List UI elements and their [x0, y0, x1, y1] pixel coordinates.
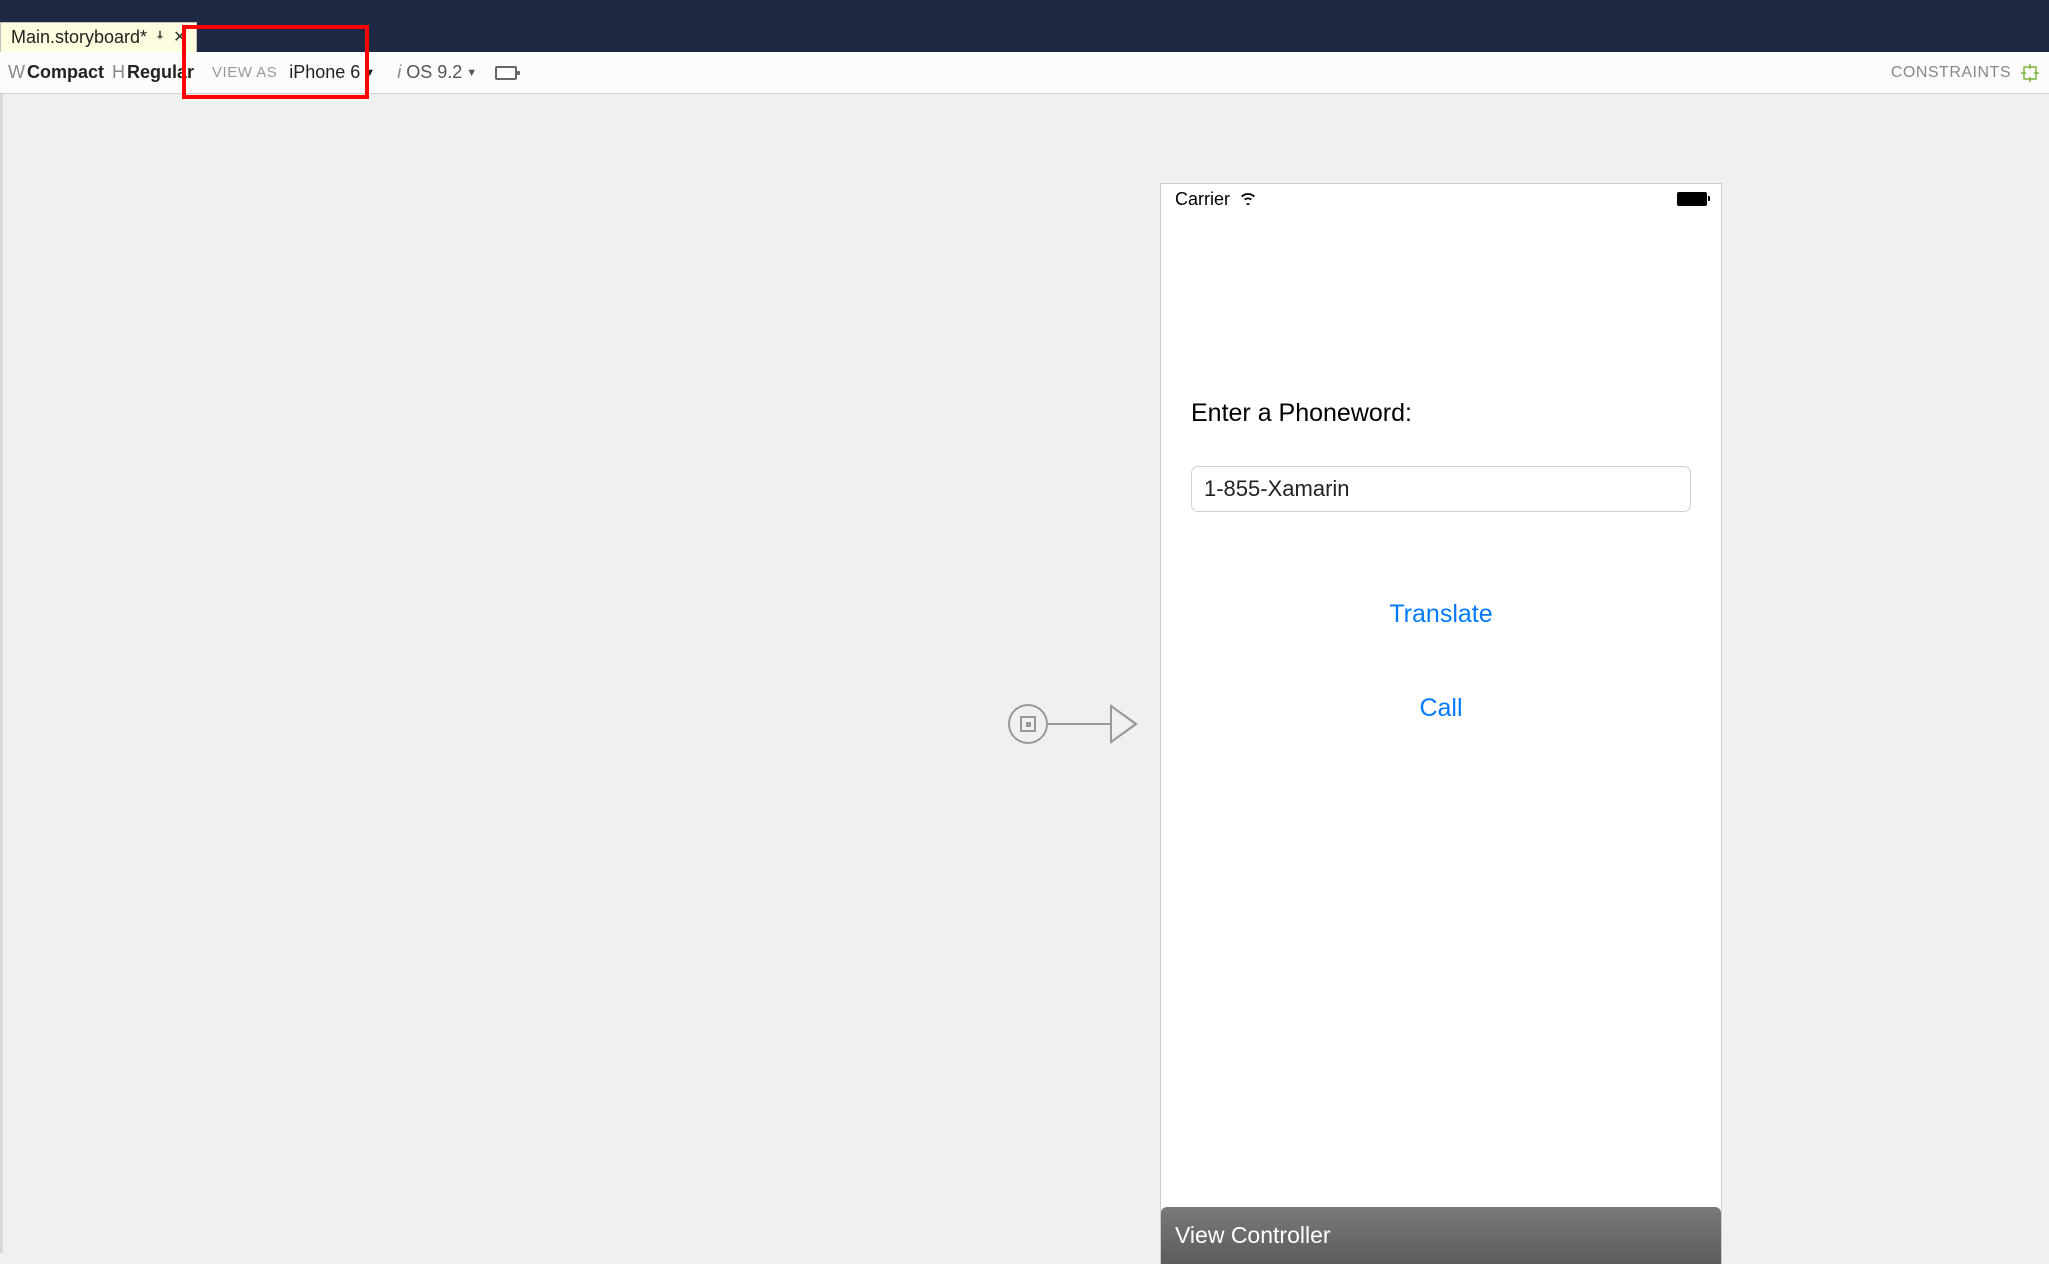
caret-down-icon: ▼ — [364, 67, 375, 79]
app-content: Enter a Phoneword: Translate Call — [1161, 214, 1721, 723]
os-version-dropdown[interactable]: i OS 9.2 ▼ — [397, 62, 477, 83]
constraints-icon[interactable] — [2021, 64, 2039, 82]
scene-title: View Controller — [1175, 1222, 1331, 1249]
size-class-w-prefix: W — [8, 62, 25, 83]
tab-title: Main.storyboard* — [11, 27, 147, 48]
size-class-w-value: Compact — [27, 62, 104, 83]
iphone-preview[interactable]: Carrier Enter a Phoneword: Translate Cal… — [1161, 184, 1721, 1264]
translate-button[interactable]: Translate — [1389, 600, 1492, 629]
view-as-label: VIEW AS — [212, 64, 277, 81]
phoneword-input[interactable] — [1191, 466, 1691, 512]
orientation-landscape-icon[interactable] — [495, 66, 517, 80]
designer-toolbar: W Compact H Regular VIEW AS iPhone 6 ▼ i… — [0, 52, 2049, 94]
device-dropdown[interactable]: iPhone 6 ▼ — [289, 62, 375, 83]
document-tab[interactable]: Main.storyboard* ✕ — [0, 22, 197, 52]
phoneword-label: Enter a Phoneword: — [1191, 399, 1691, 428]
segue-line — [1048, 723, 1110, 726]
call-button[interactable]: Call — [1419, 694, 1462, 723]
segue-arrowhead-icon — [1110, 704, 1138, 744]
pin-icon[interactable] — [153, 27, 167, 48]
size-class-h-value: Regular — [127, 62, 194, 83]
toolbar-right: CONSTRAINTS — [1891, 64, 2039, 82]
initial-view-controller-arrow[interactable] — [1008, 704, 1138, 744]
battery-icon — [1677, 192, 1707, 206]
toolbar-left: W Compact H Regular VIEW AS iPhone 6 ▼ i… — [8, 62, 517, 83]
ios-prefix: i — [397, 62, 401, 83]
tab-bar: Main.storyboard* ✕ — [0, 22, 2049, 52]
carrier-label: Carrier — [1175, 189, 1230, 210]
top-banner — [0, 0, 2049, 22]
caret-down-icon: ▼ — [466, 67, 477, 79]
close-icon[interactable]: ✕ — [173, 30, 186, 46]
size-class-selector[interactable]: W Compact H Regular — [8, 62, 194, 83]
os-version-text: OS 9.2 — [406, 62, 462, 83]
wifi-icon — [1238, 189, 1258, 210]
designer-canvas[interactable]: Carrier Enter a Phoneword: Translate Cal… — [0, 94, 2049, 1253]
constraints-label: CONSTRAINTS — [1891, 64, 2011, 82]
scene-bottom-bar[interactable]: View Controller — [1161, 1207, 1721, 1264]
segue-source-icon — [1008, 704, 1048, 744]
status-bar-left: Carrier — [1175, 189, 1258, 210]
status-bar: Carrier — [1161, 184, 1721, 214]
size-class-h-prefix: H — [112, 62, 125, 83]
device-name: iPhone 6 — [289, 62, 360, 83]
tab-bar-background — [197, 22, 2049, 52]
